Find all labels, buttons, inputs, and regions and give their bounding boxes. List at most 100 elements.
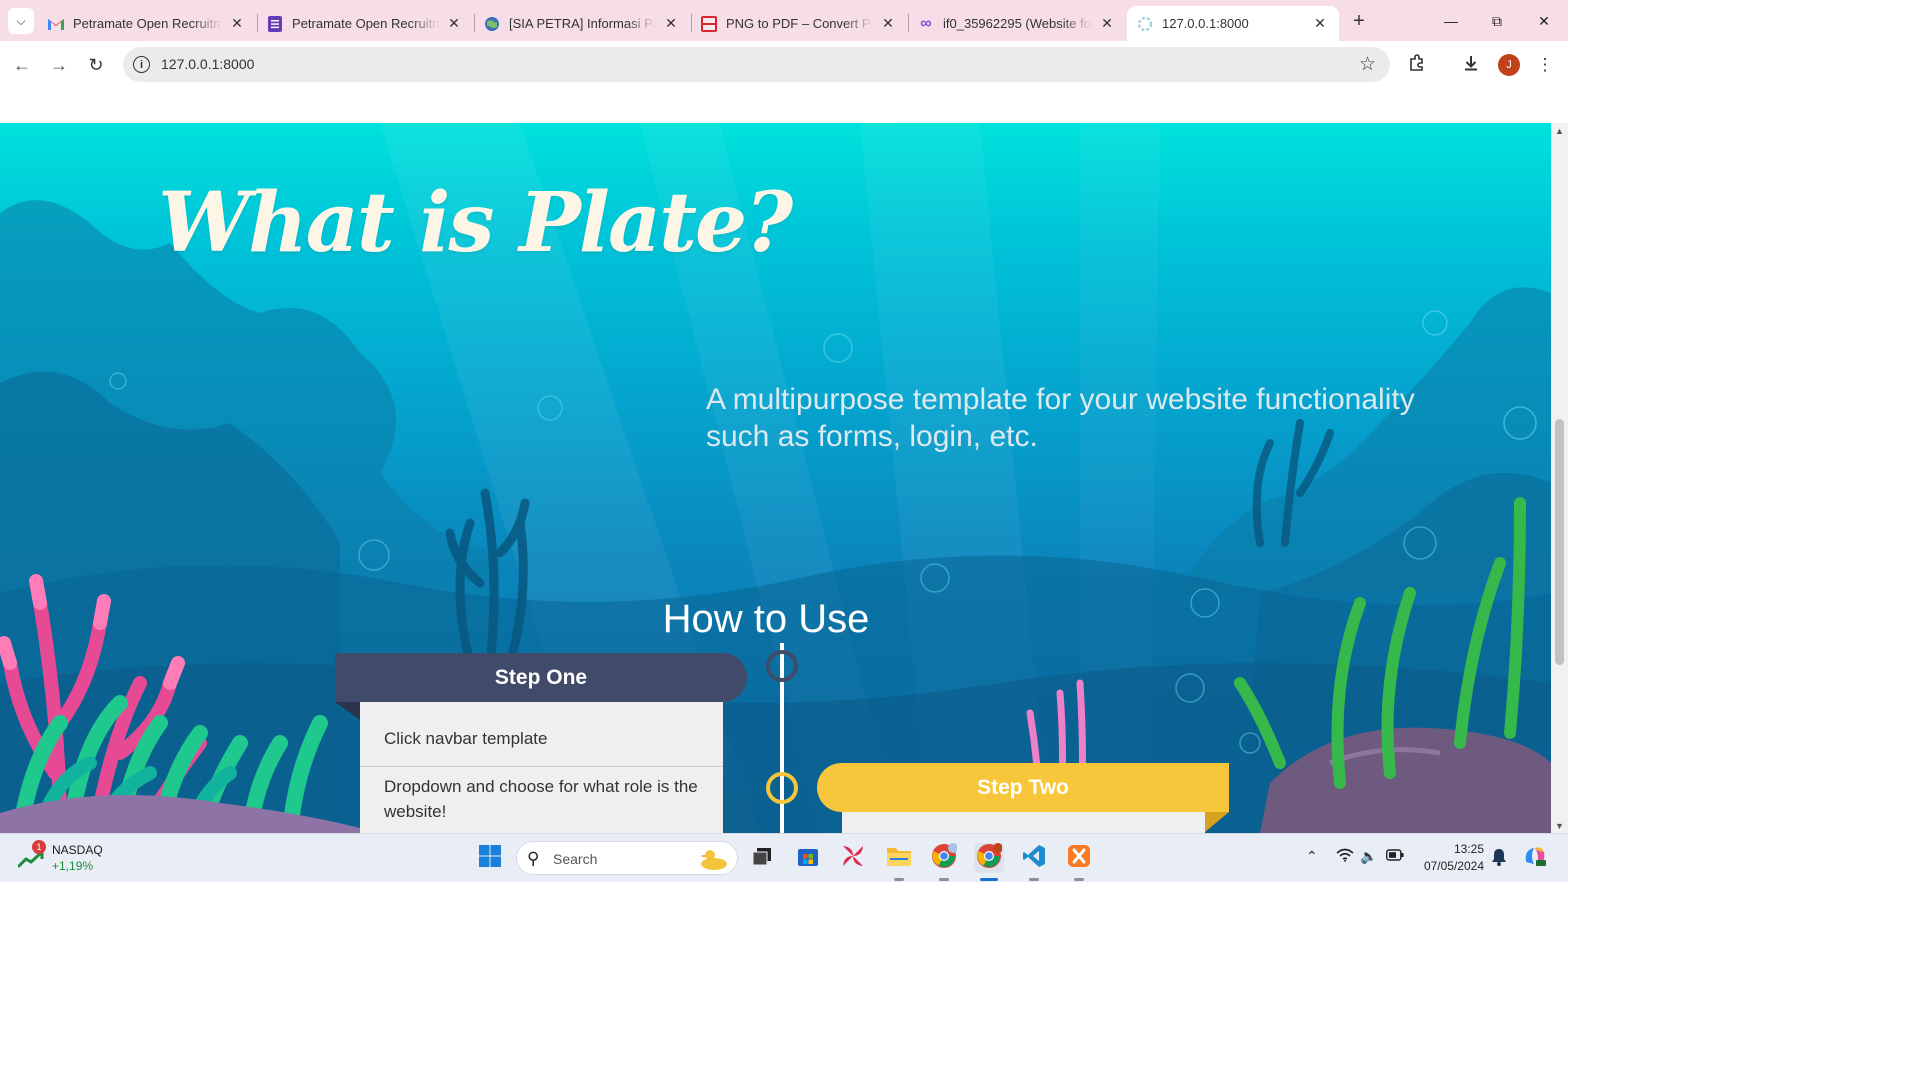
- scroll-down-arrow-icon[interactable]: ▼: [1555, 821, 1564, 831]
- back-button[interactable]: ←: [9, 52, 35, 78]
- close-icon[interactable]: ✕: [879, 15, 897, 33]
- restore-icon: ⧉: [1492, 12, 1502, 29]
- tray-overflow-chevron-icon[interactable]: ⌃: [1306, 848, 1318, 865]
- download-icon: [1462, 54, 1480, 77]
- forward-button[interactable]: →: [46, 52, 72, 78]
- page-scrollbar[interactable]: ▲ ▼: [1551, 123, 1568, 833]
- notification-badge: 1: [32, 840, 46, 854]
- taskbar-app-pinwheel[interactable]: [838, 843, 868, 873]
- step-two-ribbon-fold: [1205, 812, 1229, 832]
- tab-infinityfree[interactable]: ∞ if0_35962295 (Website for ✕: [908, 6, 1126, 41]
- spinner-icon: [1137, 16, 1153, 32]
- close-icon[interactable]: ✕: [228, 15, 246, 33]
- taskbar-app-chrome-active[interactable]: [974, 842, 1004, 874]
- taskbar-app-xampp[interactable]: [1064, 843, 1094, 873]
- step-two-header: Step Two: [817, 763, 1229, 812]
- close-window-button[interactable]: ✕: [1531, 8, 1557, 34]
- pinwheel-icon: [840, 843, 866, 874]
- taskbar-app-store[interactable]: [793, 843, 823, 873]
- reload-icon: ↻: [88, 54, 104, 75]
- taskbar-app-vscode[interactable]: [1019, 843, 1049, 873]
- close-icon[interactable]: ✕: [1311, 15, 1329, 33]
- downloads-button[interactable]: [1458, 52, 1484, 78]
- close-icon[interactable]: ✕: [662, 15, 680, 33]
- tab-title: PNG to PDF – Convert PNG: [726, 16, 873, 31]
- search-placeholder: Search: [553, 851, 598, 867]
- tab-gmail[interactable]: Petramate Open Recruitment ✕: [38, 6, 256, 41]
- close-icon[interactable]: ✕: [445, 15, 463, 33]
- address-bar[interactable]: i 127.0.0.1:8000 ☆: [123, 47, 1390, 82]
- gmail-icon: [48, 16, 64, 32]
- app-active-indicator: [980, 878, 998, 881]
- start-button[interactable]: [475, 843, 505, 873]
- page-tagline: A multipurpose template for your website…: [706, 383, 1415, 453]
- stock-change: +1,19%: [52, 859, 94, 873]
- tab-title: Petramate Open Recruitment: [73, 16, 222, 31]
- windows-taskbar: 1 NASDAQ +1,19% ⚲ Search ⌃ 🔈 13:25 07/05…: [0, 833, 1568, 882]
- store-icon: [796, 844, 820, 873]
- globe-icon: [484, 16, 500, 32]
- how-to-use-heading: How to Use: [662, 597, 870, 641]
- puzzle-icon: [1408, 53, 1426, 77]
- plus-icon: +: [1353, 9, 1365, 32]
- clock-time[interactable]: 13:25: [1448, 842, 1484, 856]
- task-view-icon: [751, 846, 773, 871]
- scrollbar-thumb[interactable]: [1555, 419, 1564, 665]
- minimize-button[interactable]: —: [1438, 8, 1464, 34]
- address-url[interactable]: 127.0.0.1:8000: [161, 56, 254, 72]
- google-forms-icon: [267, 15, 283, 32]
- tab-title: Petramate Open Recruitment: [292, 16, 439, 31]
- xampp-icon: [1067, 844, 1091, 873]
- tab-localhost[interactable]: 127.0.0.1:8000 ✕: [1127, 6, 1339, 41]
- app-running-indicator: [939, 878, 949, 881]
- clock-date[interactable]: 07/05/2024: [1412, 859, 1484, 873]
- scroll-up-arrow-icon[interactable]: ▲: [1555, 126, 1564, 136]
- tab-sia-petra[interactable]: [SIA PETRA] Informasi Percobaan ✕: [474, 6, 690, 41]
- chrome-icon: [976, 842, 1003, 874]
- reload-button[interactable]: ↻: [83, 52, 109, 78]
- step-one-item: Dropdown and choose for what role is the…: [384, 777, 698, 821]
- chevron-down-icon: ⌵: [16, 13, 26, 28]
- restore-button[interactable]: ⧉: [1484, 8, 1510, 34]
- tab-search-button[interactable]: ⌵: [8, 8, 34, 34]
- browser-tab-strip: ⌵ Petramate Open Recruitment ✕ Petramate…: [0, 0, 1568, 41]
- extensions-button[interactable]: [1404, 52, 1430, 78]
- browser-toolbar: ← → ↻ i 127.0.0.1:8000 ☆ J ⋮: [0, 41, 1568, 88]
- battery-icon[interactable]: [1386, 848, 1404, 864]
- duck-illustration-icon: [697, 846, 729, 877]
- tab-google-forms[interactable]: Petramate Open Recruitment ✕: [257, 6, 473, 41]
- browser-menu-button[interactable]: ⋮: [1532, 52, 1558, 78]
- tab-png-to-pdf[interactable]: PNG to PDF – Convert PNG ✕: [691, 6, 907, 41]
- minimize-icon: —: [1444, 13, 1458, 29]
- more-vertical-icon: ⋮: [1536, 55, 1554, 74]
- stock-widget[interactable]: 1 NASDAQ +1,19%: [16, 840, 136, 876]
- copilot-icon[interactable]: [1522, 844, 1548, 873]
- close-icon: ✕: [1538, 12, 1550, 29]
- step-one-header: Step One: [335, 653, 747, 702]
- step-one-ribbon-fold: [335, 702, 360, 720]
- taskbar-search[interactable]: ⚲ Search: [516, 841, 738, 875]
- step-two-card: [842, 812, 1205, 833]
- site-info-icon[interactable]: i: [133, 56, 150, 73]
- infinity-icon: ∞: [920, 14, 932, 32]
- notification-bell-icon[interactable]: [1491, 848, 1507, 869]
- taskbar-app-chrome-profile[interactable]: [929, 842, 959, 873]
- tab-title: 127.0.0.1:8000: [1162, 16, 1249, 31]
- app-running-indicator: [894, 878, 904, 881]
- step-one-card: Click navbar template Dropdown and choos…: [360, 702, 723, 833]
- tab-title: if0_35962295 (Website for: [943, 16, 1092, 31]
- bookmark-star-icon[interactable]: ☆: [1359, 53, 1376, 76]
- close-icon[interactable]: ✕: [1098, 15, 1116, 33]
- search-icon: ⚲: [527, 849, 540, 868]
- profile-avatar[interactable]: J: [1498, 54, 1520, 76]
- png-pdf-icon: [701, 15, 717, 32]
- new-tab-button[interactable]: +: [1347, 9, 1371, 33]
- page-title: What is Plate?: [158, 175, 793, 271]
- wifi-icon[interactable]: [1336, 848, 1354, 865]
- taskbar-app-file-explorer[interactable]: [884, 843, 914, 873]
- volume-icon[interactable]: 🔈: [1360, 848, 1377, 865]
- page-viewport: What is Plate? A multipurpose template f…: [0, 88, 1568, 833]
- windows-logo-icon: [478, 844, 502, 873]
- task-view-button[interactable]: [747, 843, 777, 873]
- app-running-indicator: [1074, 878, 1084, 881]
